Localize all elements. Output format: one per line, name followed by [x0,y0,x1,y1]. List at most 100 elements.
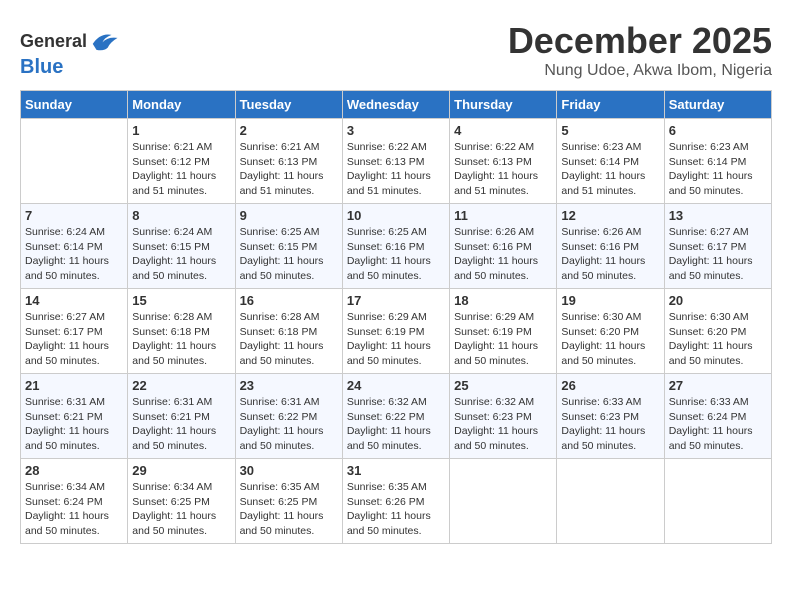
weekday-header-row: SundayMondayTuesdayWednesdayThursdayFrid… [21,91,772,119]
logo-blue-text: Blue [20,56,119,78]
day-number: 17 [347,293,445,308]
header: General Blue December 2025 Nung Udoe, Ak… [20,20,772,80]
calendar-week-row: 14 Sunrise: 6:27 AMSunset: 6:17 PMDayligh… [21,289,772,374]
day-info: Sunrise: 6:25 AMSunset: 6:16 PMDaylight:… [347,225,445,284]
month-title: December 2025 [508,20,772,62]
day-info: Sunrise: 6:26 AMSunset: 6:16 PMDaylight:… [454,225,552,284]
day-number: 18 [454,293,552,308]
calendar-cell: 11Sunrise: 6:26 AMSunset: 6:16 PMDayligh… [450,204,557,289]
day-info: Sunrise: 6:32 AMSunset: 6:23 PMDaylight:… [454,395,552,454]
day-number: 5 [561,123,659,138]
calendar-cell: 25 Sunrise: 6:32 AMSunset: 6:23 PMDayligh… [450,374,557,459]
day-info: Sunrise: 6:23 AMSunset: 6:14 PMDaylight:… [669,140,767,199]
calendar-cell: 21Sunrise: 6:31 AMSunset: 6:21 PMDayligh… [21,374,128,459]
day-info: Sunrise: 6:24 AMSunset: 6:15 PMDaylight:… [132,225,230,284]
day-number: 22 [132,378,230,393]
calendar-cell: 9 Sunrise: 6:25 AMSunset: 6:15 PMDaylight… [235,204,342,289]
calendar-cell: 5 Sunrise: 6:23 AMSunset: 6:14 PMDaylight… [557,119,664,204]
day-info: Sunrise: 6:28 AMSunset: 6:18 PMDaylight:… [132,310,230,369]
day-number: 27 [669,378,767,393]
day-info: Sunrise: 6:28 AMSunset: 6:18 PMDaylight:… [240,310,338,369]
calendar-cell [557,459,664,544]
day-number: 3 [347,123,445,138]
calendar-week-row: 7 Sunrise: 6:24 AMSunset: 6:14 PMDaylight… [21,204,772,289]
calendar-cell [664,459,771,544]
weekday-header-friday: Friday [557,91,664,119]
calendar-cell: 15 Sunrise: 6:28 AMSunset: 6:18 PMDayligh… [128,289,235,374]
day-info: Sunrise: 6:32 AMSunset: 6:22 PMDaylight:… [347,395,445,454]
calendar-cell: 17 Sunrise: 6:29 AMSunset: 6:19 PMDayligh… [342,289,449,374]
day-number: 2 [240,123,338,138]
day-number: 4 [454,123,552,138]
day-info: Sunrise: 6:29 AMSunset: 6:19 PMDaylight:… [454,310,552,369]
day-info: Sunrise: 6:33 AMSunset: 6:23 PMDaylight:… [561,395,659,454]
day-info: Sunrise: 6:24 AMSunset: 6:14 PMDaylight:… [25,225,123,284]
day-info: Sunrise: 6:27 AMSunset: 6:17 PMDaylight:… [25,310,123,369]
calendar-week-row: 21 Sunrise: 6:31 AMSunset: 6:21 PMDayligh… [21,374,772,459]
logo: General Blue [20,28,119,78]
calendar-cell: 23Sunrise: 6:31 AMSunset: 6:22 PMDayligh… [235,374,342,459]
calendar-week-row: 28 Sunrise: 6:34 AMSunset: 6:24 PMDayligh… [21,459,772,544]
day-number: 14 [25,293,123,308]
day-info: Sunrise: 6:31 AMSunset: 6:21 PMDaylight:… [132,395,230,454]
day-number: 23 [240,378,338,393]
weekday-header-sunday: Sunday [21,91,128,119]
logo-text: General [20,32,87,52]
day-number: 25 [454,378,552,393]
calendar-cell: 3 Sunrise: 6:22 AMSunset: 6:13 PMDaylight… [342,119,449,204]
calendar-cell [450,459,557,544]
day-info: Sunrise: 6:27 AMSunset: 6:17 PMDaylight:… [669,225,767,284]
day-number: 30 [240,463,338,478]
calendar-table: SundayMondayTuesdayWednesdayThursdayFrid… [20,90,772,544]
day-info: Sunrise: 6:21 AMSunset: 6:13 PMDaylight:… [240,140,338,199]
day-info: Sunrise: 6:25 AMSunset: 6:15 PMDaylight:… [240,225,338,284]
logo-bird-icon [89,28,119,56]
day-number: 15 [132,293,230,308]
calendar-cell: 12Sunrise: 6:26 AMSunset: 6:16 PMDayligh… [557,204,664,289]
calendar-cell [21,119,128,204]
day-number: 13 [669,208,767,223]
day-info: Sunrise: 6:35 AMSunset: 6:25 PMDaylight:… [240,480,338,539]
calendar-cell: 26 Sunrise: 6:33 AMSunset: 6:23 PMDayligh… [557,374,664,459]
calendar-cell: 4 Sunrise: 6:22 AMSunset: 6:13 PMDaylight… [450,119,557,204]
day-info: Sunrise: 6:34 AMSunset: 6:25 PMDaylight:… [132,480,230,539]
day-number: 8 [132,208,230,223]
calendar-cell: 16 Sunrise: 6:28 AMSunset: 6:18 PMDayligh… [235,289,342,374]
day-number: 28 [25,463,123,478]
day-info: Sunrise: 6:22 AMSunset: 6:13 PMDaylight:… [347,140,445,199]
location-title: Nung Udoe, Akwa Ibom, Nigeria [508,62,772,80]
calendar-cell: 8 Sunrise: 6:24 AMSunset: 6:15 PMDaylight… [128,204,235,289]
calendar-cell: 30 Sunrise: 6:35 AMSunset: 6:25 PMDayligh… [235,459,342,544]
day-info: Sunrise: 6:22 AMSunset: 6:13 PMDaylight:… [454,140,552,199]
day-number: 1 [132,123,230,138]
calendar-cell: 22 Sunrise: 6:31 AMSunset: 6:21 PMDayligh… [128,374,235,459]
calendar-cell: 27 Sunrise: 6:33 AMSunset: 6:24 PMDayligh… [664,374,771,459]
day-number: 9 [240,208,338,223]
day-number: 26 [561,378,659,393]
day-number: 20 [669,293,767,308]
day-info: Sunrise: 6:21 AMSunset: 6:12 PMDaylight:… [132,140,230,199]
weekday-header-thursday: Thursday [450,91,557,119]
day-number: 19 [561,293,659,308]
calendar-cell: 1 Sunrise: 6:21 AMSunset: 6:12 PMDaylight… [128,119,235,204]
day-number: 29 [132,463,230,478]
day-info: Sunrise: 6:29 AMSunset: 6:19 PMDaylight:… [347,310,445,369]
day-info: Sunrise: 6:26 AMSunset: 6:16 PMDaylight:… [561,225,659,284]
day-info: Sunrise: 6:34 AMSunset: 6:24 PMDaylight:… [25,480,123,539]
day-number: 10 [347,208,445,223]
calendar-cell: 7 Sunrise: 6:24 AMSunset: 6:14 PMDaylight… [21,204,128,289]
calendar-cell: 10 Sunrise: 6:25 AMSunset: 6:16 PMDayligh… [342,204,449,289]
day-number: 21 [25,378,123,393]
weekday-header-wednesday: Wednesday [342,91,449,119]
day-info: Sunrise: 6:23 AMSunset: 6:14 PMDaylight:… [561,140,659,199]
calendar-cell: 18 Sunrise: 6:29 AMSunset: 6:19 PMDayligh… [450,289,557,374]
day-number: 7 [25,208,123,223]
weekday-header-monday: Monday [128,91,235,119]
calendar-cell: 28 Sunrise: 6:34 AMSunset: 6:24 PMDayligh… [21,459,128,544]
calendar-cell: 24Sunrise: 6:32 AMSunset: 6:22 PMDayligh… [342,374,449,459]
day-info: Sunrise: 6:33 AMSunset: 6:24 PMDaylight:… [669,395,767,454]
day-number: 6 [669,123,767,138]
day-number: 16 [240,293,338,308]
calendar-cell: 20Sunrise: 6:30 AMSunset: 6:20 PMDayligh… [664,289,771,374]
calendar-cell: 14 Sunrise: 6:27 AMSunset: 6:17 PMDayligh… [21,289,128,374]
